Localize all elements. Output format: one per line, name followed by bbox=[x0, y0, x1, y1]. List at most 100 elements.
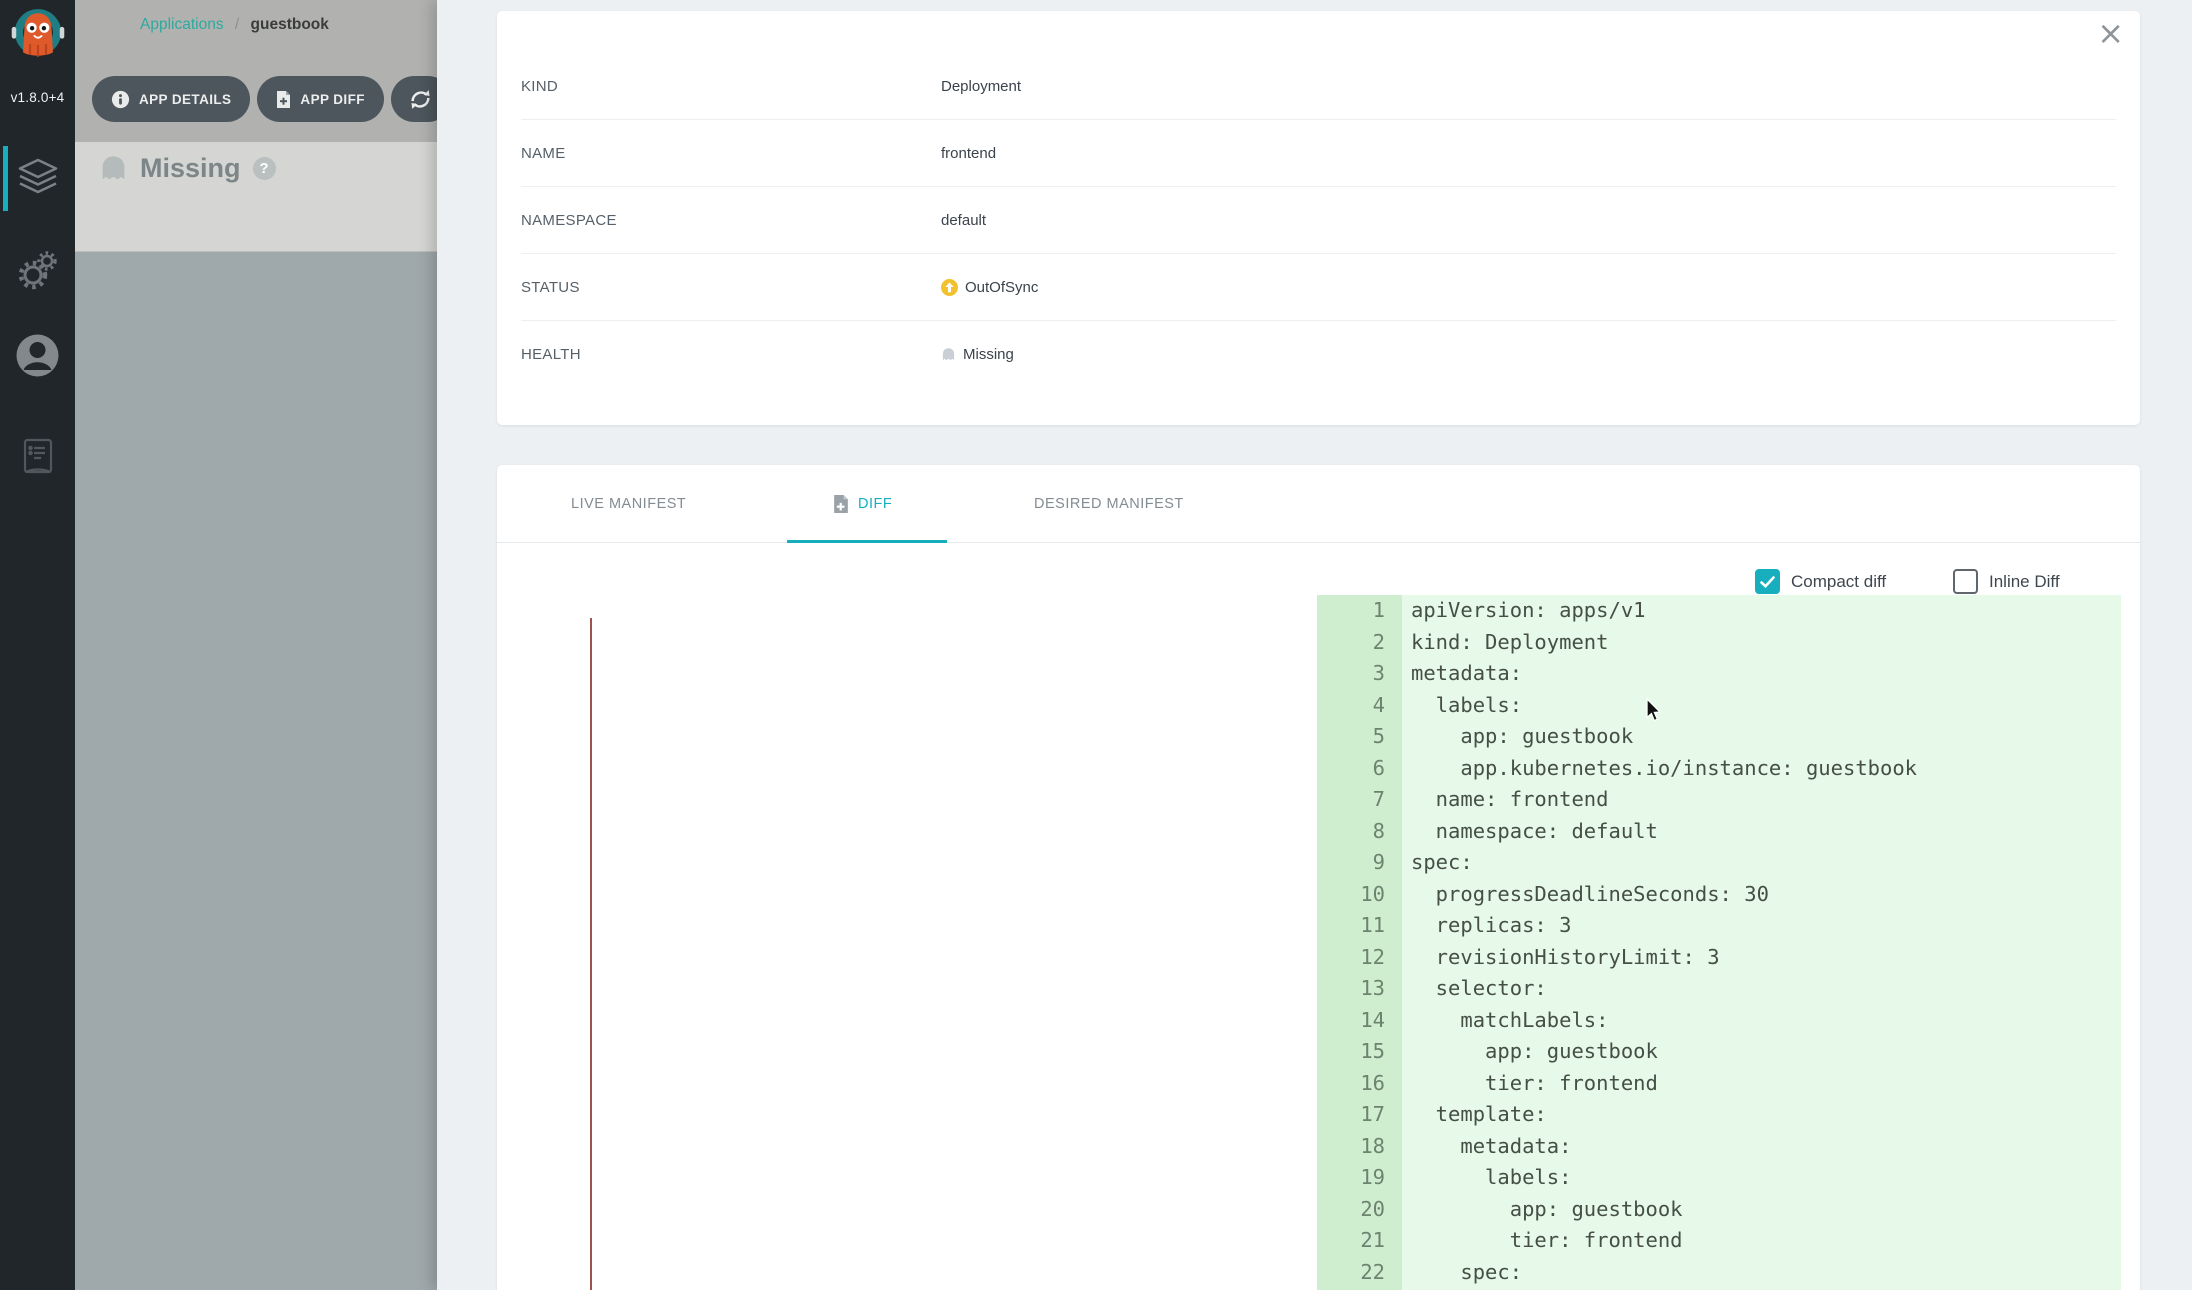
sidebar-item-applications[interactable] bbox=[0, 157, 75, 199]
diff-line-number: 20 bbox=[1317, 1194, 1402, 1226]
diff-line-number: 15 bbox=[1317, 1036, 1402, 1068]
version-label: v1.8.0+4 bbox=[0, 90, 75, 105]
close-icon[interactable]: × bbox=[2097, 17, 2124, 49]
diff-line-number: 13 bbox=[1317, 973, 1402, 1005]
refresh-icon bbox=[409, 88, 432, 111]
summary-value-text: Deployment bbox=[941, 78, 1021, 95]
diff-line: spec: bbox=[1402, 1257, 2121, 1289]
diff-line-number: 5 bbox=[1317, 721, 1402, 753]
compact-diff-checkbox[interactable]: Compact diff bbox=[1755, 569, 1886, 594]
gear-icon bbox=[16, 248, 60, 292]
diff-line: progressDeadlineSeconds: 30 bbox=[1402, 879, 2121, 911]
file-diff-icon bbox=[276, 90, 291, 109]
summary-value-text: OutOfSync bbox=[965, 279, 1038, 296]
diff-line-number: 21 bbox=[1317, 1225, 1402, 1257]
summary-label: HEALTH bbox=[521, 346, 941, 363]
diff-line: apiVersion: apps/v1 bbox=[1402, 595, 2121, 627]
info-icon bbox=[111, 90, 130, 109]
tab-diff[interactable]: DIFF bbox=[833, 465, 892, 543]
summary-value: OutOfSync bbox=[941, 279, 1038, 296]
summary-value: Missing bbox=[941, 346, 1014, 363]
resource-summary-card: × KINDDeploymentNAMEfrontendNAMESPACEdef… bbox=[497, 11, 2140, 425]
diff-line-number: 17 bbox=[1317, 1099, 1402, 1131]
diff-line-number: 10 bbox=[1317, 879, 1402, 911]
diff-line: metadata: bbox=[1402, 658, 2121, 690]
summary-row: KINDDeployment bbox=[521, 53, 2116, 120]
sidebar-item-settings[interactable] bbox=[0, 248, 75, 292]
diff-line: spec: bbox=[1402, 847, 2121, 879]
inline-diff-label[interactable]: Inline Diff bbox=[1989, 572, 2060, 592]
ghost-icon bbox=[99, 154, 128, 183]
breadcrumb: Applications / guestbook bbox=[140, 16, 329, 34]
summary-value-text: frontend bbox=[941, 145, 996, 162]
help-icon[interactable]: ? bbox=[253, 157, 276, 180]
app-diff-button[interactable]: APP DIFF bbox=[257, 76, 383, 122]
app-details-label: APP DETAILS bbox=[139, 92, 231, 107]
summary-label: NAMESPACE bbox=[521, 212, 941, 229]
summary-value: Deployment bbox=[941, 78, 1021, 95]
app-details-button[interactable]: APP DETAILS bbox=[92, 76, 250, 122]
diff-line-number: 16 bbox=[1317, 1068, 1402, 1100]
diff-line: app: guestbook bbox=[1402, 721, 2121, 753]
diff-line: replicas: 3 bbox=[1402, 910, 2121, 942]
inline-diff-checkbox[interactable]: Inline Diff bbox=[1953, 569, 2060, 594]
summary-label: STATUS bbox=[521, 279, 941, 296]
breadcrumb-applications-link[interactable]: Applications bbox=[140, 16, 224, 33]
user-icon bbox=[15, 333, 60, 378]
doc-icon bbox=[18, 436, 58, 478]
diff-line: tier: frontend bbox=[1402, 1068, 2121, 1100]
sidebar-item-docs[interactable] bbox=[0, 436, 75, 478]
summary-value: frontend bbox=[941, 145, 996, 162]
application-page: Applications / guestbook APP DETAILS bbox=[75, 0, 437, 1290]
checkbox-unchecked-icon[interactable] bbox=[1953, 569, 1978, 594]
diff-line: matchLabels: bbox=[1402, 1005, 2121, 1037]
resource-summary-table: KINDDeploymentNAMEfrontendNAMESPACEdefau… bbox=[497, 53, 2140, 388]
active-tab-underline bbox=[787, 540, 947, 543]
breadcrumb-separator: / bbox=[235, 16, 239, 33]
diff-code: apiVersion: apps/v1kind: Deploymentmetad… bbox=[1402, 595, 2121, 1290]
diff-line: namespace: default bbox=[1402, 816, 2121, 848]
diff-line-number: 3 bbox=[1317, 658, 1402, 690]
diff-line-number: 8 bbox=[1317, 816, 1402, 848]
diff-line-number: 6 bbox=[1317, 753, 1402, 785]
tab-desired-manifest[interactable]: DESIRED MANIFEST bbox=[1034, 465, 1184, 543]
summary-value: default bbox=[941, 212, 986, 229]
diff-gutter: 12345678910111213141516171819202122 bbox=[1317, 595, 1402, 1290]
argo-logo[interactable] bbox=[9, 6, 67, 64]
manifest-tabs: LIVE MANIFEST DIFF DESIRED MANIFEST bbox=[497, 465, 2140, 543]
diff-line-number: 1 bbox=[1317, 595, 1402, 627]
diff-line: kind: Deployment bbox=[1402, 627, 2121, 659]
diff-line: labels: bbox=[1402, 690, 2121, 722]
summary-row: STATUS OutOfSync bbox=[521, 254, 2116, 321]
layers-icon bbox=[16, 157, 60, 199]
diff-line-number: 11 bbox=[1317, 910, 1402, 942]
app-actions: APP DETAILS APP DIFF bbox=[92, 76, 451, 122]
app-diff-label: APP DIFF bbox=[300, 92, 364, 107]
summary-label: KIND bbox=[521, 78, 941, 95]
ghost-icon bbox=[941, 347, 956, 362]
diff-line-number: 19 bbox=[1317, 1162, 1402, 1194]
diff-line-number: 22 bbox=[1317, 1257, 1402, 1289]
diff-line: selector: bbox=[1402, 973, 2121, 1005]
tab-desired-label: DESIRED MANIFEST bbox=[1034, 496, 1184, 512]
diff-line-number: 4 bbox=[1317, 690, 1402, 722]
sidebar-item-user[interactable] bbox=[0, 333, 75, 378]
app-health-banner: Missing ? bbox=[75, 142, 437, 252]
diff-line-number: 9 bbox=[1317, 847, 1402, 879]
compact-diff-label[interactable]: Compact diff bbox=[1791, 572, 1886, 592]
diff-line-number: 18 bbox=[1317, 1131, 1402, 1163]
summary-value-text: Missing bbox=[963, 346, 1014, 363]
diff-line-number: 12 bbox=[1317, 942, 1402, 974]
diff-line: revisionHistoryLimit: 3 bbox=[1402, 942, 2121, 974]
manifest-card: LIVE MANIFEST DIFF DESIRED MANIFEST bbox=[497, 465, 2140, 1290]
argocd-app: v1.8.0+4 bbox=[0, 0, 2192, 1290]
diff-line: name: frontend bbox=[1402, 784, 2121, 816]
checkbox-checked-icon[interactable] bbox=[1755, 569, 1780, 594]
diff-line: app.kubernetes.io/instance: guestbook bbox=[1402, 753, 2121, 785]
tab-diff-label: DIFF bbox=[858, 496, 892, 512]
diff-added-block: 12345678910111213141516171819202122 apiV… bbox=[1317, 595, 2121, 1290]
diff-removed-marker bbox=[590, 618, 592, 1290]
tab-live-manifest[interactable]: LIVE MANIFEST bbox=[571, 465, 686, 543]
summary-row: HEALTH Missing bbox=[521, 321, 2116, 388]
diff-line-number: 7 bbox=[1317, 784, 1402, 816]
